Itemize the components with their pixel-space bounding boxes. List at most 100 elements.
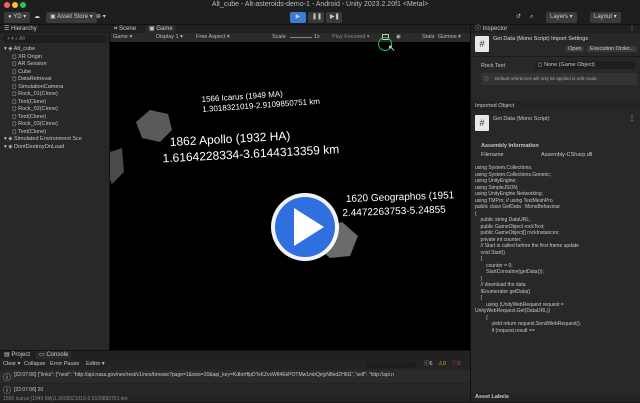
asteroid-label-3-size: 2.4472263753-5.24855 bbox=[342, 205, 446, 220]
gizmos-dropdown[interactable]: Gizmos ▾ bbox=[438, 33, 461, 42]
info-count[interactable]: ⓘ6 bbox=[424, 360, 433, 369]
hierarchy-item-label: Rock_02(Clone) bbox=[18, 106, 58, 112]
log-entry[interactable]: ⓘ [22:07:06] 20 bbox=[0, 384, 470, 396]
gameobject-icon: ◻ bbox=[538, 62, 543, 68]
imported-object-name: Get Data (Mono Script) bbox=[493, 116, 550, 122]
asteroid-label-2: 1862 Apollo (1932 HA) 1.6164228334-3.614… bbox=[162, 129, 339, 166]
store-icon: ▣ bbox=[50, 14, 56, 20]
account-icon: ● bbox=[8, 14, 12, 20]
step-button[interactable]: ▶❚ bbox=[326, 12, 342, 23]
clear-button[interactable]: Clear ▾ bbox=[3, 360, 20, 369]
rock-text-field[interactable]: ◻ None (Game Object) bbox=[535, 61, 635, 69]
scale-value: 1x bbox=[314, 34, 320, 40]
asteroid-rock-1 bbox=[136, 110, 172, 142]
tab-console[interactable]: ▭ Console bbox=[36, 351, 72, 359]
script-asset-icon: # bbox=[475, 115, 489, 131]
hierarchy-item-label: Rock_03(Clone) bbox=[18, 121, 58, 127]
account-button[interactable]: ● YD ▾ bbox=[4, 12, 31, 23]
console-search-input[interactable] bbox=[366, 361, 416, 368]
play-focused-dropdown[interactable]: Play Focused ▾ bbox=[332, 33, 370, 42]
log-info-icon: ⓘ bbox=[3, 386, 11, 395]
video-play-overlay[interactable] bbox=[271, 193, 339, 261]
hierarchy-panel: ☰ Hierarchy + ▾ ⌕ All ▾ ◈ Alt_cube ◻ XR O… bbox=[0, 25, 110, 350]
rock-text-label: Rock Text bbox=[481, 63, 506, 69]
plugin-icon[interactable]: ⊕ ▾ bbox=[96, 12, 106, 23]
cloud-icon[interactable]: ☁ bbox=[34, 12, 40, 23]
inspector-title: Get Data (Mono Script) Import Settings bbox=[493, 36, 589, 42]
history-icon[interactable]: ↺ bbox=[516, 12, 521, 23]
open-button[interactable]: Open bbox=[565, 46, 585, 52]
play-button[interactable]: ▶ bbox=[290, 12, 306, 23]
stats-button[interactable]: Stats bbox=[422, 33, 435, 42]
search-icon[interactable]: ⌕ bbox=[530, 12, 533, 23]
display-dropdown[interactable]: Display 1 ▾ bbox=[156, 33, 183, 42]
hierarchy-item-label: DataRetrieval bbox=[18, 76, 52, 82]
filename-label: Filename bbox=[481, 152, 504, 158]
scene-tab-bar: ⌗ Scene ▣ Game bbox=[110, 25, 470, 33]
game-mode-dropdown[interactable]: Game ▾ bbox=[113, 33, 132, 42]
imported-object-header: Imported Object bbox=[471, 101, 640, 111]
panel-menu-icon[interactable]: ⋮ bbox=[629, 25, 635, 33]
asteroid-label-3: 1620 Geographos (1951 2.4472263753-5.248… bbox=[342, 190, 455, 220]
add-icon[interactable]: + ▾ bbox=[7, 36, 14, 42]
close-window-button[interactable] bbox=[4, 2, 10, 8]
asteroid-label-3-name: 1620 Geographos (1951 bbox=[346, 190, 455, 205]
hierarchy-search-input[interactable]: + ▾ ⌕ All bbox=[3, 35, 107, 43]
tab-scene[interactable]: ⌗ Scene bbox=[114, 25, 136, 33]
inspector-tab-bar: ⓘ Inspector ⋮ bbox=[471, 25, 640, 33]
console-tab-bar: ▤ Project ▭ Console bbox=[0, 351, 470, 359]
log-entry[interactable]: ⓘ [22:07:06] {"links": {"next": "http://… bbox=[0, 370, 470, 383]
pause-button[interactable]: ❚❚ bbox=[308, 12, 324, 23]
script-file-icon: # bbox=[475, 36, 489, 52]
divider bbox=[471, 56, 640, 57]
filename-value: Assembly-CSharp.dll bbox=[541, 152, 593, 158]
layers-dropdown[interactable]: Layers ▾ bbox=[546, 12, 577, 23]
hierarchy-item-label: Cube bbox=[18, 68, 32, 75]
execution-order-button[interactable]: Execution Order... bbox=[587, 46, 638, 52]
error-count[interactable]: ⓘ0 bbox=[452, 360, 461, 369]
scene-icon: ▾ ◈ bbox=[4, 143, 15, 150]
hierarchy-tab[interactable]: ☰ Hierarchy bbox=[4, 25, 37, 33]
asset-store-button[interactable]: ▣ Asset Store ▾ bbox=[46, 12, 97, 23]
layout-dropdown[interactable]: Layout ▾ bbox=[590, 12, 621, 23]
asteroid-rock-2 bbox=[110, 148, 124, 184]
scale-slider[interactable] bbox=[290, 37, 312, 38]
hierarchy-item-label: Text(Clone) bbox=[18, 98, 47, 105]
hierarchy-item-label: Text(Clone) bbox=[18, 128, 47, 135]
hierarchy-item-label: Rock_01(Clone) bbox=[18, 91, 58, 97]
log-message: [22:07:06] {"links": {"next": "http://ap… bbox=[14, 372, 394, 378]
scale-label: Scale bbox=[272, 34, 286, 40]
error-pause-button[interactable]: Error Pause bbox=[50, 360, 79, 369]
stats-toggle-icon[interactable]: ◉ bbox=[396, 33, 401, 42]
inspector-tab[interactable]: ⓘ Inspector bbox=[475, 25, 507, 33]
tab-project[interactable]: ▤ Project bbox=[4, 351, 30, 359]
asteroid-label-1: 1566 Icarus (1949 MA) 1.3018321019-2.910… bbox=[201, 89, 320, 114]
object-menu-icon[interactable]: ⋮ bbox=[629, 115, 635, 123]
hierarchy-item-label: Text(Clone) bbox=[18, 113, 47, 120]
scene-icon: ▾ ◈ bbox=[4, 46, 14, 52]
window-title: Alt_cube - Alt-asteroids-demo-1 - Androi… bbox=[211, 1, 429, 8]
search-icon: ⌕ bbox=[15, 36, 19, 42]
title-bar: Alt_cube - Alt-asteroids-demo-1 - Androi… bbox=[0, 0, 640, 10]
game-render: 1566 Icarus (1949 MA) 1.3018321019-2.910… bbox=[110, 89, 455, 261]
aspect-dropdown[interactable]: Free Aspect ▾ bbox=[196, 33, 230, 42]
hierarchy-item-label: Alt_cube bbox=[13, 46, 36, 52]
script-preview: using System.Collections; using System.Co… bbox=[475, 165, 637, 390]
game-toolbar: Game ▾ Display 1 ▾ Free Aspect ▾ Scale 1… bbox=[110, 33, 470, 42]
inspector-panel: ⓘ Inspector ⋮ # Get Data (Mono Script) I… bbox=[470, 25, 640, 402]
hierarchy-item-label: XR Origin bbox=[18, 53, 42, 60]
zoom-window-button[interactable] bbox=[20, 2, 26, 8]
log-info-icon: ⓘ bbox=[3, 373, 11, 382]
collapse-button[interactable]: Collapse bbox=[24, 360, 45, 369]
hierarchy-item[interactable]: ▾ ◈ DontDestroyOnLoad bbox=[0, 143, 110, 151]
console-panel: ▤ Project ▭ Console Clear ▾ Collapse Err… bbox=[0, 350, 470, 402]
tab-game[interactable]: ▣ Game bbox=[146, 25, 176, 33]
warning-count[interactable]: ⚠0 bbox=[438, 360, 446, 369]
hierarchy-tab-bar: ☰ Hierarchy bbox=[0, 25, 110, 34]
minimize-window-button[interactable] bbox=[12, 2, 18, 8]
console-toolbar: Clear ▾ Collapse Error Pause Editor ▾ ⓘ6… bbox=[0, 360, 470, 369]
editor-dropdown[interactable]: Editor ▾ bbox=[86, 360, 105, 369]
assembly-info-heading: Assembly Information bbox=[481, 143, 539, 149]
info-icon: ⓘ bbox=[484, 76, 489, 81]
hierarchy-item-label: AR Session bbox=[17, 61, 47, 67]
